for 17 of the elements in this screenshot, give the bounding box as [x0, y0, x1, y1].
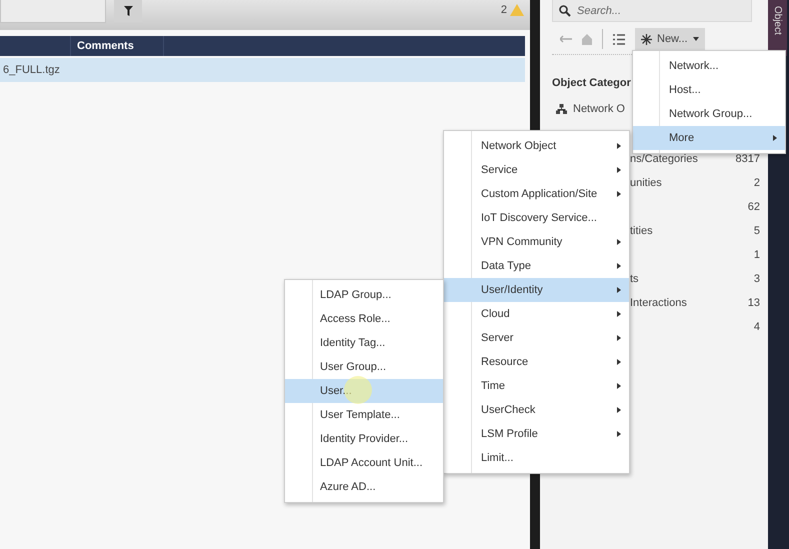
category-count: 1: [754, 249, 760, 261]
category-count: 8317: [736, 153, 760, 165]
category-count: 13: [748, 297, 760, 309]
category-name: tities: [630, 225, 653, 237]
section-title: Object Categor: [552, 77, 631, 91]
category-name: ns/Categories: [630, 153, 698, 165]
category-name: Interactions: [630, 297, 687, 309]
category-name: unities: [630, 177, 662, 189]
warning-count: 2: [500, 4, 507, 16]
category-name: ts: [630, 273, 639, 285]
search-placeholder: Search...: [577, 4, 622, 16]
table-cell: 6_FULL.tgz: [3, 64, 60, 76]
category-name: Network O: [573, 103, 625, 115]
category-count: 5: [754, 225, 760, 237]
category-count: 3: [754, 273, 760, 285]
category-count: 4: [754, 321, 760, 333]
category-count: 2: [754, 177, 760, 189]
